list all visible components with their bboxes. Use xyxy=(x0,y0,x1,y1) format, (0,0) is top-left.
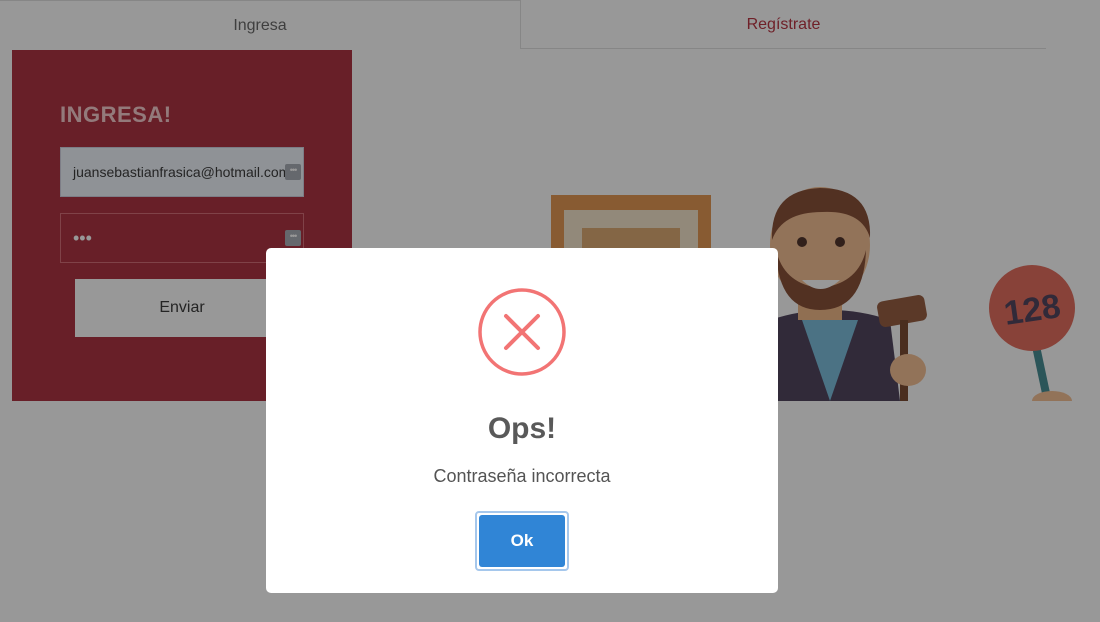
ok-button[interactable]: Ok xyxy=(475,511,569,571)
dialog-title: Ops! xyxy=(487,412,557,445)
error-x-icon xyxy=(478,288,566,376)
ok-button-label: Ok xyxy=(479,515,565,567)
error-dialog: Ops! Contraseña incorrecta Ok xyxy=(266,248,778,593)
dialog-message: Contraseña incorrecta xyxy=(433,466,611,486)
